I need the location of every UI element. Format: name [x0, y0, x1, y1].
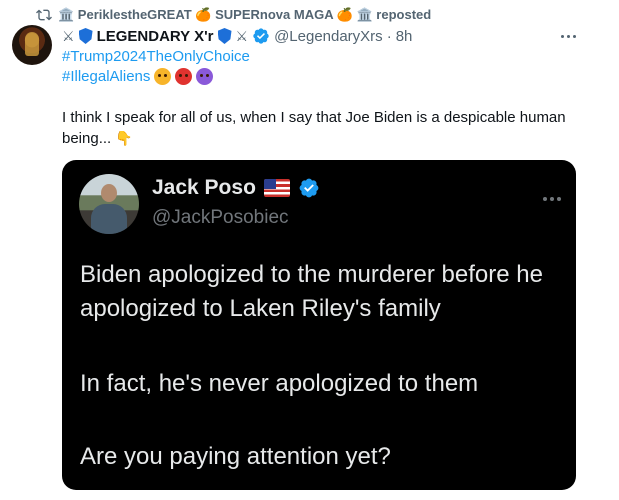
dot-icon — [572, 34, 576, 38]
post-header: ⚔ LEGENDARY X'r ⚔ @LegendaryXrs · 8h — [62, 25, 412, 47]
dot-icon — [557, 197, 561, 201]
quoted-text-line-3: Are you paying attention yet? — [80, 443, 391, 470]
quoted-text-line-1: Biden apologized to the murderer before … — [80, 261, 543, 322]
crossed-swords-icon: ⚔ — [62, 27, 75, 44]
hashtag-link[interactable]: #IllegalAliens — [62, 68, 150, 85]
quoted-author-avatar[interactable] — [79, 174, 139, 234]
pointing-down-icon: 👇 — [115, 130, 133, 146]
post-time[interactable]: 8h — [396, 28, 413, 45]
dot-icon — [560, 34, 564, 38]
hashtag-line-1: #Trump2024TheOnlyChoice — [62, 48, 250, 65]
us-flag-icon — [263, 179, 290, 197]
quoted-more-options-button[interactable] — [539, 190, 565, 208]
verified-badge-icon — [299, 178, 319, 198]
author-display-name[interactable]: LEGENDARY X'r — [97, 28, 214, 45]
smiling-devil-icon — [196, 68, 214, 85]
shield-icon — [78, 28, 93, 44]
quoted-author-handle[interactable]: @JackPosobiec — [152, 207, 289, 229]
quoted-post-card[interactable]: Jack Poso @JackPosobiec Biden apologized… — [62, 160, 576, 490]
quoted-name-row: Jack Poso — [152, 176, 320, 200]
repost-row: 🏛️ PeriklestheGREAT 🍊 SUPERnova MAGA 🍊 🏛… — [36, 6, 431, 24]
crossed-swords-icon: ⚔ — [235, 27, 249, 44]
verified-badge-icon — [253, 28, 269, 44]
quoted-author-name[interactable]: Jack Poso — [152, 176, 256, 200]
more-options-button[interactable] — [556, 27, 580, 45]
repost-text[interactable]: 🏛️ PeriklestheGREAT 🍊 SUPERnova MAGA 🍊 🏛… — [58, 7, 431, 23]
post-text: I think I speak for all of us, when I sa… — [62, 108, 582, 149]
repost-icon — [36, 9, 52, 21]
post-body: I think I speak for all of us, when I sa… — [62, 109, 566, 147]
hashtag-link[interactable]: #Trump2024TheOnlyChoice — [62, 48, 250, 65]
quoted-text-line-2: In fact, he's never apologized to them — [80, 370, 479, 397]
dot-icon — [550, 197, 554, 201]
angry-face-icon — [154, 68, 172, 85]
dot-icon — [543, 197, 547, 201]
shield-icon — [217, 28, 232, 44]
author-avatar[interactable] — [12, 25, 52, 65]
dot-icon — [566, 34, 570, 38]
author-handle[interactable]: @LegendaryXrs — [274, 28, 383, 45]
enraged-face-icon — [175, 68, 193, 85]
hashtag-line-2: #IllegalAliens — [62, 68, 214, 85]
separator-dot: · — [386, 27, 392, 45]
